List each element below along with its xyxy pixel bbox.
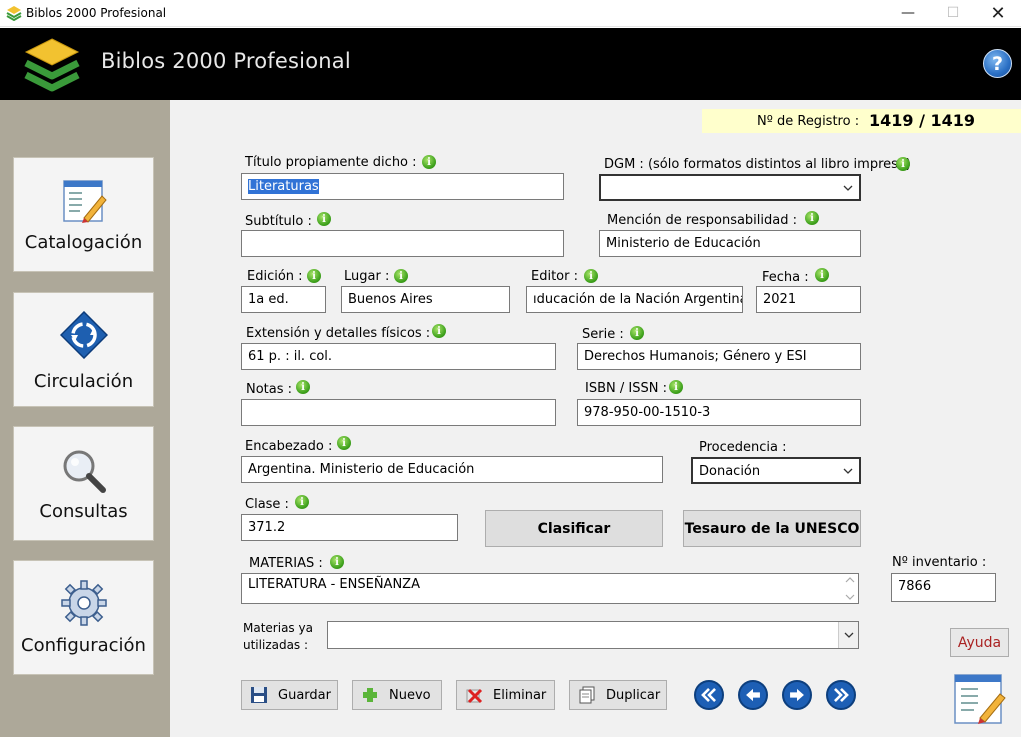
mencion-field[interactable]: Ministerio de Educación xyxy=(599,230,861,257)
sidebar-item-configuracion[interactable]: Configuración xyxy=(13,560,154,675)
previous-record-icon[interactable] xyxy=(738,680,768,710)
serie-label: Serie : xyxy=(582,327,624,342)
info-icon[interactable]: i xyxy=(330,555,344,569)
help-icon[interactable]: ? xyxy=(983,49,1012,78)
first-record-icon[interactable] xyxy=(694,680,724,710)
duplicar-button[interactable]: Duplicar xyxy=(569,680,667,710)
next-record-icon[interactable] xyxy=(782,680,812,710)
sidebar-item-label: Configuración xyxy=(21,635,146,656)
isbn-field[interactable]: 978-950-00-1510-3 xyxy=(577,399,861,426)
info-icon[interactable]: i xyxy=(394,269,408,283)
encabezado-field[interactable]: Argentina. Ministerio de Educación xyxy=(241,456,663,483)
last-record-icon[interactable] xyxy=(826,680,856,710)
info-icon[interactable]: i xyxy=(317,212,331,226)
info-icon[interactable]: i xyxy=(295,495,309,509)
serie-field[interactable]: Derechos Humanois; Género y ESI xyxy=(577,343,861,370)
tesauro-unesco-button[interactable]: Tesauro de la UNESCO xyxy=(683,510,861,547)
guardar-button[interactable]: Guardar xyxy=(241,680,338,710)
info-icon[interactable]: i xyxy=(584,269,598,283)
circulation-icon xyxy=(60,311,108,359)
info-icon[interactable]: i xyxy=(815,268,829,282)
clasificar-button[interactable]: Clasificar xyxy=(485,510,663,547)
eliminar-button[interactable]: Eliminar xyxy=(456,680,555,710)
sidebar-item-label: Consultas xyxy=(39,501,128,522)
isbn-label: ISBN / ISSN : xyxy=(585,381,667,396)
app-icon xyxy=(6,6,22,21)
materias-usadas-label-1: Materias ya xyxy=(243,621,313,635)
info-icon[interactable]: i xyxy=(422,155,436,169)
textarea-scrollbar[interactable] xyxy=(843,575,857,602)
titulo-field[interactable]: Literaturas xyxy=(241,173,564,200)
extension-label: Extensión y detalles físicos : xyxy=(246,326,431,341)
mencion-label: Mención de responsabilidad : xyxy=(607,213,798,228)
close-button[interactable]: ✕ xyxy=(975,0,1021,26)
info-icon[interactable]: i xyxy=(630,326,644,340)
info-icon[interactable]: i xyxy=(896,157,910,171)
sidebar-item-label: Catalogación xyxy=(24,232,143,253)
nuevo-button[interactable]: Nuevo xyxy=(352,680,442,710)
sidebar-item-label: Circulación xyxy=(33,371,134,392)
info-icon[interactable]: i xyxy=(669,380,683,394)
materias-usadas-label-2: utilizadas : xyxy=(243,638,309,652)
info-icon[interactable]: i xyxy=(432,324,446,338)
app-title: Biblos 2000 Profesional xyxy=(101,49,351,73)
dropdown-button[interactable] xyxy=(838,622,858,648)
materias-label: MATERIAS : xyxy=(249,556,323,571)
sidebar-item-consultas[interactable]: Consultas xyxy=(13,426,154,541)
editor-field[interactable]: ıducación de la Nación Argentina xyxy=(526,286,743,313)
lugar-label: Lugar : xyxy=(344,269,390,284)
window-title: Biblos 2000 Profesional xyxy=(26,6,167,20)
chevron-down-icon xyxy=(843,468,853,474)
gear-icon xyxy=(61,580,107,626)
save-icon xyxy=(251,687,267,703)
magnifier-icon xyxy=(63,450,106,493)
minimize-button[interactable]: — xyxy=(885,0,931,26)
fecha-field[interactable]: 2021 xyxy=(756,286,861,313)
materias-usadas-select[interactable] xyxy=(327,621,859,649)
inventario-field[interactable]: 7866 xyxy=(891,573,996,602)
info-icon[interactable]: i xyxy=(307,269,321,283)
subtitulo-label: Subtítulo : xyxy=(245,214,312,229)
window-titlebar: Biblos 2000 Profesional — ☐ ✕ xyxy=(0,0,1021,27)
sidebar-item-catalogacion[interactable]: Catalogación xyxy=(13,157,154,272)
extension-field[interactable]: 61 p. : il. col. xyxy=(241,343,556,370)
registro-label: Nº de Registro : xyxy=(757,114,860,129)
edicion-label: Edición : xyxy=(247,269,303,284)
delete-icon xyxy=(466,688,483,704)
maximize-button[interactable]: ☐ xyxy=(930,0,976,26)
registro-value: 1419 / 1419 xyxy=(869,111,976,130)
sidebar-item-circulacion[interactable]: Circulación xyxy=(13,292,154,407)
copy-icon xyxy=(579,686,595,704)
edicion-field[interactable]: 1a ed. xyxy=(241,286,326,313)
chevron-down-icon xyxy=(843,185,853,191)
catalog-icon xyxy=(63,180,107,223)
clase-label: Clase : xyxy=(245,497,289,512)
editor-label: Editor : xyxy=(531,269,578,284)
inventario-label: Nº inventario : xyxy=(892,555,987,570)
chevron-down-icon xyxy=(844,632,854,638)
lugar-field[interactable]: Buenos Aires xyxy=(341,286,510,313)
procedencia-label: Procedencia : xyxy=(699,440,787,455)
plus-icon xyxy=(363,688,377,702)
info-icon[interactable]: i xyxy=(296,380,310,394)
subtitulo-field[interactable] xyxy=(241,230,564,257)
clase-field[interactable]: 371.2 xyxy=(241,514,458,541)
dgm-label: DGM : (sólo formatos distintos al libro … xyxy=(604,157,911,172)
dgm-select[interactable] xyxy=(599,174,861,201)
titulo-label: Título propiamente dicho : xyxy=(245,155,417,170)
ayuda-button[interactable]: Ayuda xyxy=(950,628,1009,657)
notas-label: Notas : xyxy=(246,382,293,397)
encabezado-label: Encabezado : xyxy=(245,439,333,454)
materias-field[interactable]: LITERATURA - ENSEÑANZA xyxy=(241,573,859,604)
biblos-logo xyxy=(24,38,80,92)
procedencia-select[interactable]: Donación xyxy=(691,457,861,484)
fecha-label: Fecha : xyxy=(762,270,809,285)
info-icon[interactable]: i xyxy=(805,211,819,225)
app-header: Biblos 2000 Profesional xyxy=(0,28,1021,100)
notas-field[interactable] xyxy=(241,399,556,426)
info-icon[interactable]: i xyxy=(337,436,351,450)
catalog-form-icon xyxy=(954,674,1006,724)
